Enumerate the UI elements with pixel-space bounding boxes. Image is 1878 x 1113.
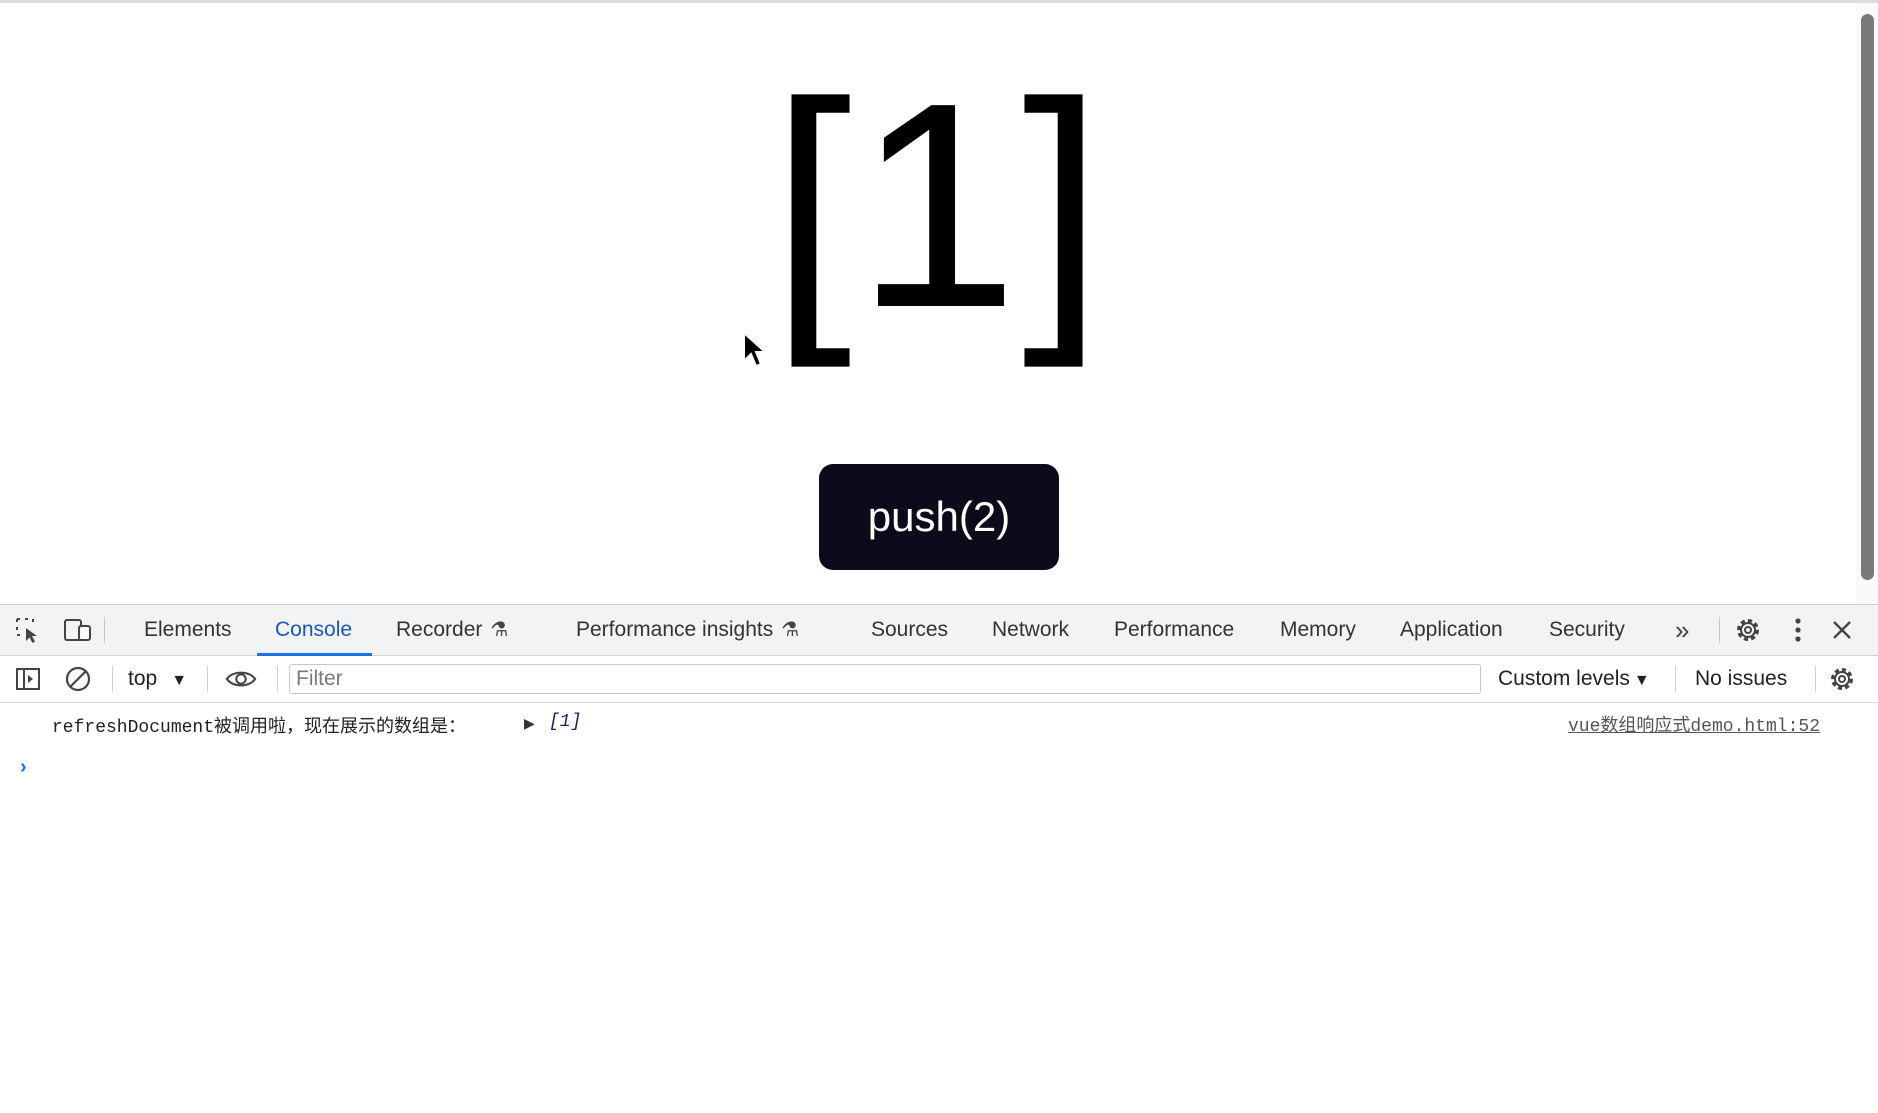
issues-counter[interactable]: No issues: [1695, 656, 1787, 702]
tab-network[interactable]: Network: [992, 605, 1069, 655]
toolbar-separator: [277, 666, 278, 692]
toolbar-separator: [1675, 666, 1676, 692]
devtools-tabbar: Elements Console Recorder ⚗ Performance i…: [0, 605, 1878, 656]
tabbar-separator: [1719, 617, 1720, 643]
console-array-value[interactable]: [1]: [549, 712, 581, 732]
tab-memory[interactable]: Memory: [1280, 605, 1356, 655]
mouse-cursor-icon: [743, 331, 768, 368]
toolbar-separator: [1815, 666, 1816, 692]
more-tabs-icon[interactable]: »: [1675, 605, 1689, 655]
console-source-link[interactable]: vue数组响应式demo.html:52: [1568, 711, 1820, 737]
tab-recorder[interactable]: Recorder ⚗: [396, 605, 508, 655]
tab-security[interactable]: Security: [1549, 605, 1625, 655]
array-display: [1]: [770, 42, 1108, 368]
console-log-entry: refreshDocument被调用啦，现在展示的数组是： ▶ [1] vue数…: [0, 702, 1878, 744]
clear-console-icon[interactable]: [62, 663, 94, 695]
device-toolbar-icon[interactable]: [62, 614, 94, 646]
console-prompt-icon[interactable]: ›: [20, 756, 27, 779]
tab-recorder-label: Recorder: [396, 618, 483, 641]
close-icon[interactable]: [1826, 614, 1858, 646]
toolbar-separator: [112, 666, 113, 692]
log-levels-dropdown[interactable]: Custom levels ▼: [1498, 656, 1650, 702]
toolbar-separator: [207, 666, 208, 692]
console-message-text: refreshDocument被调用啦，现在展示的数组是：: [52, 718, 467, 738]
push-button[interactable]: push(2): [819, 464, 1059, 570]
inspect-element-icon[interactable]: [12, 614, 44, 646]
context-selector[interactable]: top ▼: [128, 656, 187, 702]
flask-icon: ⚗: [781, 619, 800, 641]
sidebar-toggle-icon[interactable]: [12, 663, 44, 695]
tab-application[interactable]: Application: [1400, 605, 1503, 655]
settings-gear-icon[interactable]: [1732, 614, 1764, 646]
tab-performance-insights-label: Performance insights: [576, 618, 774, 641]
tab-performance[interactable]: Performance: [1114, 605, 1234, 655]
devtools-panel: Elements Console Recorder ⚗ Performance i…: [0, 604, 1878, 1113]
scrollbar-thumb[interactable]: [1861, 14, 1874, 580]
console-toolbar: top▼ Custom levels▼ No issues: [0, 656, 1878, 703]
kebab-menu-icon[interactable]: [1782, 614, 1814, 646]
eye-icon[interactable]: [225, 663, 257, 695]
dropdown-arrow-icon: ▼: [171, 672, 188, 689]
context-selector-label: top: [128, 667, 158, 690]
tab-elements[interactable]: Elements: [144, 605, 232, 655]
tab-performance-insights[interactable]: Performance insights ⚗: [576, 605, 799, 655]
page-viewport: [1] push(2): [0, 3, 1878, 604]
tab-console[interactable]: Console: [256, 605, 373, 656]
console-settings-gear-icon[interactable]: [1826, 663, 1858, 695]
tabbar-separator: [104, 617, 105, 643]
flask-icon: ⚗: [490, 619, 509, 641]
tab-sources[interactable]: Sources: [871, 605, 948, 655]
filter-input[interactable]: [289, 664, 1481, 694]
expand-triangle-icon[interactable]: ▶: [524, 715, 535, 732]
dropdown-arrow-icon: ▼: [1633, 672, 1650, 689]
log-levels-label: Custom levels: [1498, 667, 1630, 690]
